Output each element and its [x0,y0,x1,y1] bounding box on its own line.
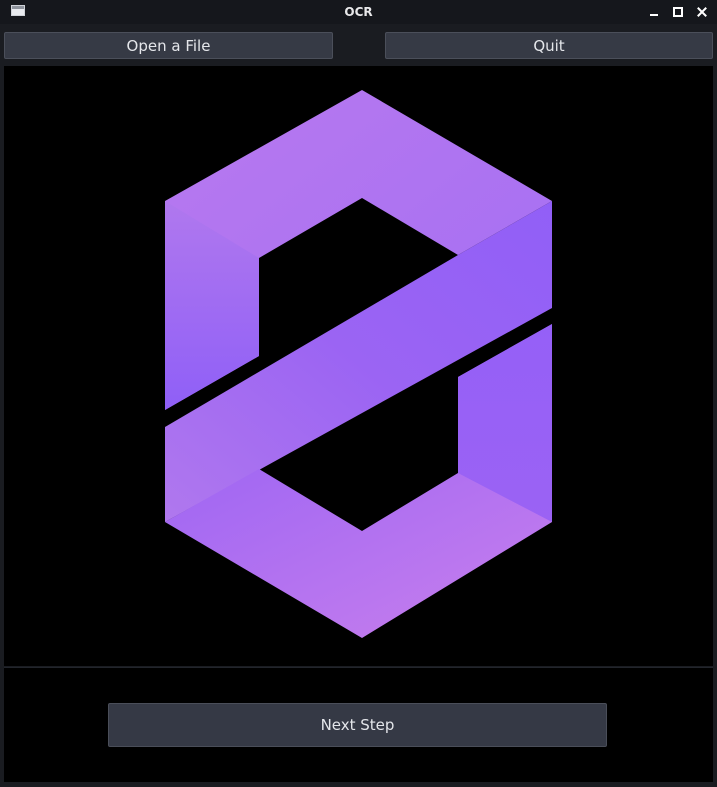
hexagon-s-logo-icon [165,90,552,638]
window-title: OCR [344,5,373,19]
window-icon [11,5,25,16]
main-content: Open a File Quit Next Step [0,24,717,787]
image-preview [4,66,713,666]
quit-button[interactable]: Quit [385,32,713,59]
open-file-button[interactable]: Open a File [4,32,333,59]
minimize-icon[interactable] [647,5,661,19]
action-bar: Next Step [4,667,713,782]
next-step-button[interactable]: Next Step [108,703,607,747]
window-controls [647,0,709,24]
maximize-icon[interactable] [671,5,685,19]
close-icon[interactable] [695,5,709,19]
title-bar: OCR [0,0,717,24]
